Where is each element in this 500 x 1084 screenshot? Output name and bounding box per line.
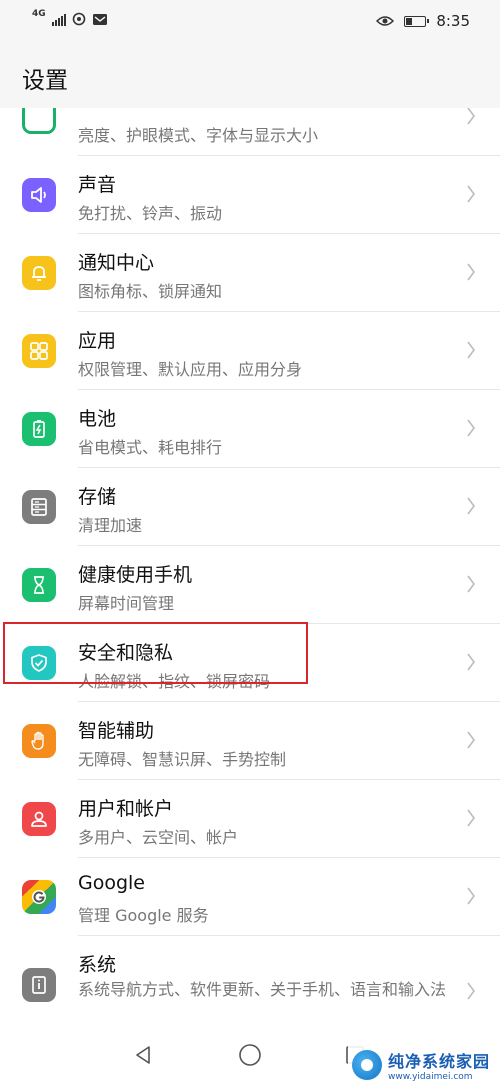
settings-item-display[interactable]: 亮度、护眼模式、字体与显示大小 bbox=[0, 108, 500, 156]
watermark-url: www.yidaimei.com bbox=[387, 1072, 473, 1082]
settings-item-subtitle: 清理加速 bbox=[78, 516, 143, 535]
settings-item-subtitle: 管理 Google 服务 bbox=[78, 906, 209, 925]
display-icon bbox=[22, 108, 56, 134]
google-icon bbox=[22, 880, 56, 914]
status-bar: 4G 8:35 bbox=[0, 0, 500, 44]
chevron-right-icon bbox=[467, 575, 475, 593]
status-left: 4G bbox=[32, 8, 108, 26]
hotspot-icon bbox=[72, 12, 85, 26]
settings-item-subtitle: 省电模式、耗电排行 bbox=[78, 438, 223, 457]
chevron-right-icon bbox=[467, 809, 475, 827]
back-button[interactable] bbox=[128, 1040, 158, 1070]
home-circle-icon bbox=[239, 1044, 261, 1066]
settings-item-subtitle: 权限管理、默认应用、应用分身 bbox=[78, 360, 303, 379]
settings-item-smart-assistance[interactable]: 智能辅助 无障碍、智慧识屏、手势控制 bbox=[0, 702, 500, 780]
settings-item-system[interactable]: 系统 系统导航方式、软件更新、关于手机、语言和输入法 bbox=[0, 936, 500, 1028]
message-icon bbox=[92, 13, 107, 25]
title-bar: 设置 bbox=[0, 44, 500, 108]
watermark-text: 纯净系统家园 www.yidaimei.com bbox=[388, 1048, 490, 1082]
settings-item-title: 系统 bbox=[78, 954, 117, 976]
settings-item-google[interactable]: Google 管理 Google 服务 bbox=[0, 858, 500, 936]
speaker-icon bbox=[22, 178, 56, 212]
home-button[interactable] bbox=[235, 1040, 265, 1070]
settings-item-digital-balance[interactable]: 健康使用手机 屏幕时间管理 bbox=[0, 546, 500, 624]
back-triangle-icon bbox=[136, 1046, 150, 1064]
chevron-right-icon bbox=[467, 341, 475, 359]
settings-item-subtitle: 免打扰、铃声、振动 bbox=[78, 204, 223, 223]
settings-item-battery[interactable]: 电池 省电模式、耗电排行 bbox=[0, 390, 500, 468]
settings-item-apps[interactable]: 应用 权限管理、默认应用、应用分身 bbox=[0, 312, 500, 390]
settings-item-title: Google bbox=[78, 872, 146, 894]
settings-item-subtitle: 系统导航方式、软件更新、关于手机、语言和输入法 bbox=[78, 980, 447, 999]
settings-item-users-accounts[interactable]: 用户和帐户 多用户、云空间、帐户 bbox=[0, 780, 500, 858]
settings-item-sound[interactable]: 声音 免打扰、铃声、振动 bbox=[0, 156, 500, 234]
watermark: 纯净系统家园 www.yidaimei.com bbox=[347, 1046, 494, 1084]
settings-list[interactable]: 亮度、护眼模式、字体与显示大小 声音 免打扰、铃声、振动 通知中心 图标角标、锁… bbox=[0, 108, 500, 1028]
chevron-right-icon bbox=[467, 982, 475, 1000]
hourglass-icon bbox=[22, 568, 56, 602]
settings-item-title: 存储 bbox=[78, 486, 117, 508]
chevron-right-icon bbox=[467, 108, 475, 125]
hand-icon bbox=[22, 724, 56, 758]
watermark-logo-icon bbox=[351, 1050, 382, 1080]
page-title: 设置 bbox=[22, 68, 68, 94]
settings-item-title: 用户和帐户 bbox=[78, 798, 174, 820]
chevron-right-icon bbox=[467, 731, 475, 749]
info-icon bbox=[22, 968, 56, 1002]
settings-item-notifications[interactable]: 通知中心 图标角标、锁屏通知 bbox=[0, 234, 500, 312]
settings-item-title: 健康使用手机 bbox=[78, 564, 193, 586]
settings-item-storage[interactable]: 存储 清理加速 bbox=[0, 468, 500, 546]
settings-item-title: 应用 bbox=[78, 330, 117, 352]
settings-item-title: 声音 bbox=[78, 174, 117, 196]
eye-comfort-icon bbox=[376, 16, 395, 26]
settings-item-title: 智能辅助 bbox=[78, 720, 155, 742]
network-type-label: 4G bbox=[32, 8, 46, 19]
signal-icon bbox=[51, 13, 66, 26]
chevron-right-icon bbox=[467, 653, 475, 671]
status-right: 8:35 bbox=[376, 12, 470, 30]
chevron-right-icon bbox=[467, 887, 475, 905]
chevron-right-icon bbox=[467, 263, 475, 281]
settings-item-subtitle: 图标角标、锁屏通知 bbox=[78, 282, 223, 301]
settings-item-subtitle: 亮度、护眼模式、字体与显示大小 bbox=[78, 126, 319, 145]
settings-item-title: 通知中心 bbox=[78, 252, 155, 274]
bell-icon bbox=[22, 256, 56, 290]
chevron-right-icon bbox=[467, 185, 475, 203]
highlight-box bbox=[3, 622, 308, 684]
chevron-right-icon bbox=[467, 419, 475, 437]
watermark-name: 纯净系统家园 bbox=[387, 1052, 490, 1071]
status-time: 8:35 bbox=[436, 12, 470, 30]
chevron-right-icon bbox=[467, 497, 475, 515]
settings-item-subtitle: 多用户、云空间、帐户 bbox=[78, 828, 239, 847]
battery-icon bbox=[404, 15, 430, 27]
settings-item-subtitle: 无障碍、智慧识屏、手势控制 bbox=[78, 750, 287, 769]
settings-item-title: 电池 bbox=[78, 408, 117, 430]
apps-icon bbox=[22, 334, 56, 368]
user-icon bbox=[22, 802, 56, 836]
storage-icon bbox=[22, 490, 56, 524]
settings-item-subtitle: 屏幕时间管理 bbox=[78, 594, 175, 613]
battery-icon bbox=[22, 412, 56, 446]
